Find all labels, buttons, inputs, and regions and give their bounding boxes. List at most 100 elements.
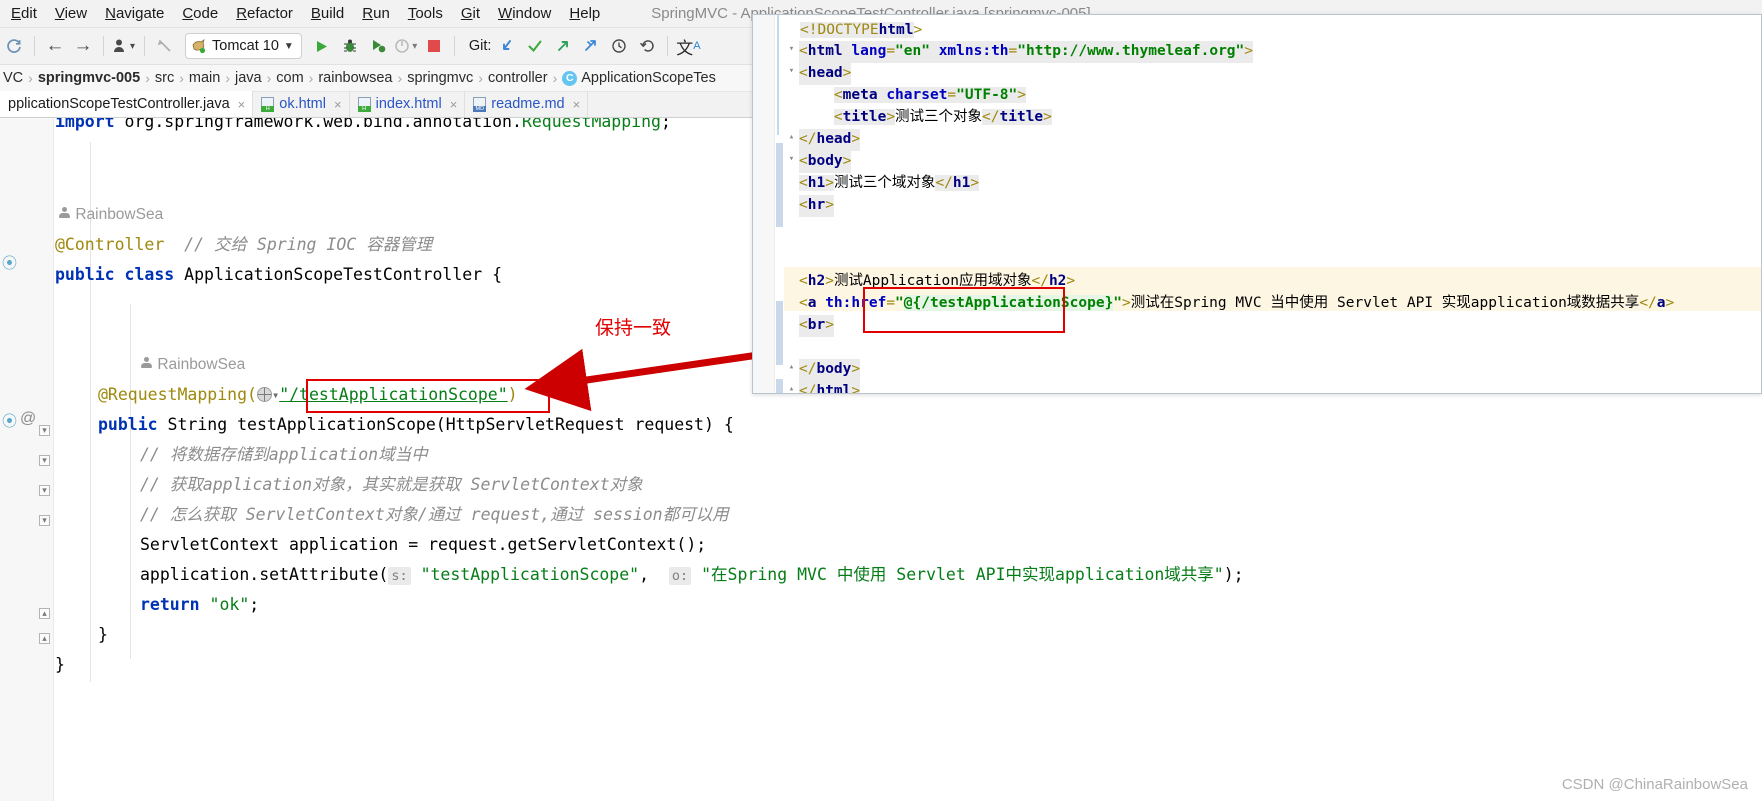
java-attribute-value: "在Spring MVC 中使用 Servlet API中实现applicati…	[701, 565, 1224, 584]
close-icon[interactable]: ×	[334, 97, 342, 112]
git-commit-check-icon[interactable]	[521, 33, 549, 59]
translate-icon[interactable]: 文A	[674, 33, 702, 59]
html-line-head-open: <head>	[799, 63, 852, 85]
code-fold-icon[interactable]: ▴	[787, 385, 796, 394]
breadcrumb-item-2[interactable]: src	[152, 70, 177, 86]
stop-square-icon[interactable]	[420, 33, 448, 59]
breadcrumb-item-5[interactable]: com	[273, 70, 306, 86]
code-fold-icon[interactable]: ▴	[787, 133, 796, 142]
breadcrumb-item-class[interactable]: C ApplicationScopeTes	[559, 70, 719, 86]
html-tag-title: title	[842, 109, 887, 125]
editor-gutter[interactable]	[0, 118, 54, 685]
tab-ok-html[interactable]: H ok.html ×	[253, 91, 350, 117]
run-play-icon[interactable]	[308, 33, 336, 59]
code-fold-icon[interactable]: ▴	[39, 633, 50, 644]
git-update-icon[interactable]	[493, 33, 521, 59]
code-fold-icon[interactable]: ▾	[787, 67, 796, 76]
breadcrumb-item-6[interactable]: rainbowsea	[315, 70, 395, 86]
menu-item-git[interactable]: Git	[452, 3, 489, 24]
tab-index-html[interactable]: H index.html ×	[350, 91, 466, 117]
menu-item-window[interactable]: Window	[489, 3, 560, 24]
html-attr-lang: lang	[851, 43, 887, 59]
html-line-meta: <meta charset="UTF-8">	[833, 87, 1026, 103]
sync-icon[interactable]	[0, 33, 28, 59]
java-method-name: testApplicationScope	[237, 415, 436, 434]
tab-applicationscopetestcontroller[interactable]: pplicationScopeTestController.java ×	[0, 91, 254, 117]
menu-item-refactor[interactable]: Refactor	[227, 3, 302, 24]
breadcrumb-item-0[interactable]: VC	[0, 70, 26, 86]
git-rebase-icon[interactable]	[577, 33, 605, 59]
param-hint-s: s:	[388, 567, 411, 585]
close-icon[interactable]: ×	[573, 97, 581, 112]
menu-item-code[interactable]: Code	[173, 3, 227, 24]
menu-item-help[interactable]: Help	[560, 3, 609, 24]
html-tag-meta: meta	[842, 87, 878, 103]
code-fold-icon[interactable]: ▾	[787, 45, 796, 54]
forward-arrow-icon[interactable]: →	[69, 33, 97, 59]
code-line-comment-1: // 将数据存储到application域当中	[140, 440, 428, 470]
tab-label: ok.html	[279, 96, 326, 112]
bean-gutter-icon[interactable]: ⦿	[2, 252, 17, 273]
web-mapping-icon[interactable]	[256, 387, 272, 402]
history-clock-icon[interactable]	[605, 33, 633, 59]
menu-item-view[interactable]: View	[46, 3, 96, 24]
run-configuration-selector[interactable]: Tomcat 10 ▼	[185, 33, 302, 59]
breadcrumb-item-7[interactable]: springmvc	[404, 70, 476, 86]
code-fold-icon[interactable]: ▾	[39, 455, 50, 466]
ide-window: Edit View Navigate Code Refactor Build R…	[0, 0, 1762, 801]
code-fold-icon[interactable]: ▾	[39, 485, 50, 496]
breadcrumb-separator: ›	[397, 70, 403, 86]
code-line-close-class: }	[55, 650, 65, 680]
code-fold-icon[interactable]: ▾	[787, 155, 796, 164]
breadcrumb-item-1[interactable]: springmvc-005	[35, 70, 143, 86]
code-line-comment-3: // 怎么获取 ServletContext对象/通过 request,通过 s…	[140, 500, 729, 530]
breadcrumb-separator: ›	[145, 70, 150, 86]
menu-item-run[interactable]: Run	[353, 3, 399, 24]
html-anchor-href-value[interactable]: @{/testApplicationScope}	[903, 295, 1114, 311]
breadcrumb-item-8[interactable]: controller	[485, 70, 551, 86]
menu-item-build[interactable]: Build	[302, 3, 353, 24]
user-profile-icon[interactable]: ▾	[110, 33, 138, 59]
java-mapping-path-value[interactable]: "/testApplicationScope"	[279, 385, 507, 404]
code-fold-icon[interactable]: ▾	[39, 515, 50, 526]
close-icon[interactable]: ×	[450, 97, 458, 112]
html-tag-h2: h2	[807, 273, 826, 289]
code-line-return: return "ok";	[140, 590, 259, 620]
java-comment-how-to-get: // 怎么获取 ServletContext对象/通过 request,通过 s…	[140, 505, 729, 524]
code-fold-icon[interactable]: ▴	[787, 363, 796, 372]
html-tag-html: html	[807, 43, 843, 59]
breadcrumb-item-3[interactable]: main	[186, 70, 223, 86]
breadcrumb-separator: ›	[552, 70, 558, 86]
back-arrow-icon[interactable]: ←	[41, 33, 69, 59]
bottom-gutter	[0, 685, 54, 801]
html-code-body[interactable]: <!DOCTYPEhtml> ▾ <html lang="en" xmlns:t…	[753, 15, 1674, 394]
close-icon[interactable]: ×	[238, 97, 246, 112]
profiler-icon[interactable]: ▾	[392, 33, 420, 59]
breadcrumb-item-4[interactable]: java	[232, 70, 265, 86]
java-open-brace: {	[482, 265, 503, 284]
mapping-gutter-icon[interactable]: ⦿	[2, 410, 17, 431]
java-comment-store-data: // 将数据存储到application域当中	[140, 445, 428, 464]
build-hammer-icon[interactable]	[151, 33, 179, 59]
annotation-gutter-icon[interactable]: @	[20, 410, 36, 428]
chevron-down-icon[interactable]: ▼	[284, 41, 294, 52]
tab-readme-md[interactable]: MD readme.md ×	[465, 91, 589, 117]
html-line-br: <br>	[799, 315, 834, 337]
menu-item-tools[interactable]: Tools	[399, 3, 452, 24]
html-line-title: <title>测试三个对象</title>	[833, 109, 1052, 125]
menu-item-edit[interactable]: Edit	[2, 3, 46, 24]
menu-item-navigate[interactable]: Navigate	[96, 3, 173, 24]
breadcrumb-separator: ›	[478, 70, 483, 86]
git-push-icon[interactable]	[549, 33, 577, 59]
author-name: RainbowSea	[157, 356, 246, 373]
java-semicolon: ;	[249, 595, 260, 614]
html-editor-popup[interactable]: <!DOCTYPEhtml> ▾ <html lang="en" xmlns:t…	[752, 14, 1762, 394]
html-anchor-text: 测试在Spring MVC 当中使用 Servlet API 实现applica…	[1130, 295, 1640, 311]
code-fold-icon[interactable]: ▾	[39, 425, 50, 436]
html-line-body-open: <body>	[799, 151, 852, 173]
run-with-coverage-icon[interactable]	[364, 33, 392, 59]
java-return-value: "ok"	[209, 595, 250, 614]
code-fold-icon[interactable]: ▴	[39, 608, 50, 619]
rollback-undo-icon[interactable]	[633, 33, 661, 59]
debug-bug-icon[interactable]	[336, 33, 364, 59]
